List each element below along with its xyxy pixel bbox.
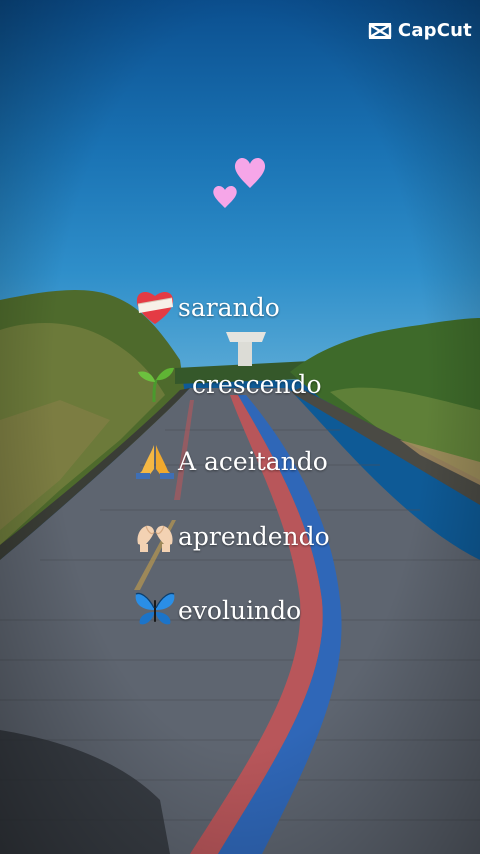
folded-hands-icon <box>134 441 176 481</box>
heart-with-bandage-icon <box>134 287 176 327</box>
butterfly-icon <box>134 590 176 630</box>
text-line-a-aceitando: A aceitando <box>134 441 328 481</box>
line-text: aprendendo <box>178 521 330 551</box>
line-text: A aceitando <box>178 446 328 476</box>
capcut-brand-text: CapCut <box>397 20 472 41</box>
line-text: crescendo <box>192 369 322 399</box>
seedling-icon <box>134 364 176 404</box>
capcut-logo-icon <box>368 22 392 39</box>
line-text: sarando <box>178 292 280 322</box>
heart-hands-icon <box>134 516 176 556</box>
text-line-evoluindo: evoluindo <box>134 590 301 630</box>
text-line-sarando: sarando <box>134 287 280 327</box>
video-frame: CapCut sarando crescendo A aceitando apr… <box>0 0 480 854</box>
text-line-aprendendo: aprendendo <box>134 516 330 556</box>
line-text: evoluindo <box>178 595 302 625</box>
capcut-watermark: CapCut <box>368 20 472 41</box>
landscape-scene <box>0 290 480 854</box>
text-line-crescendo: crescendo <box>134 364 322 404</box>
pink-hearts-icon <box>213 157 266 208</box>
